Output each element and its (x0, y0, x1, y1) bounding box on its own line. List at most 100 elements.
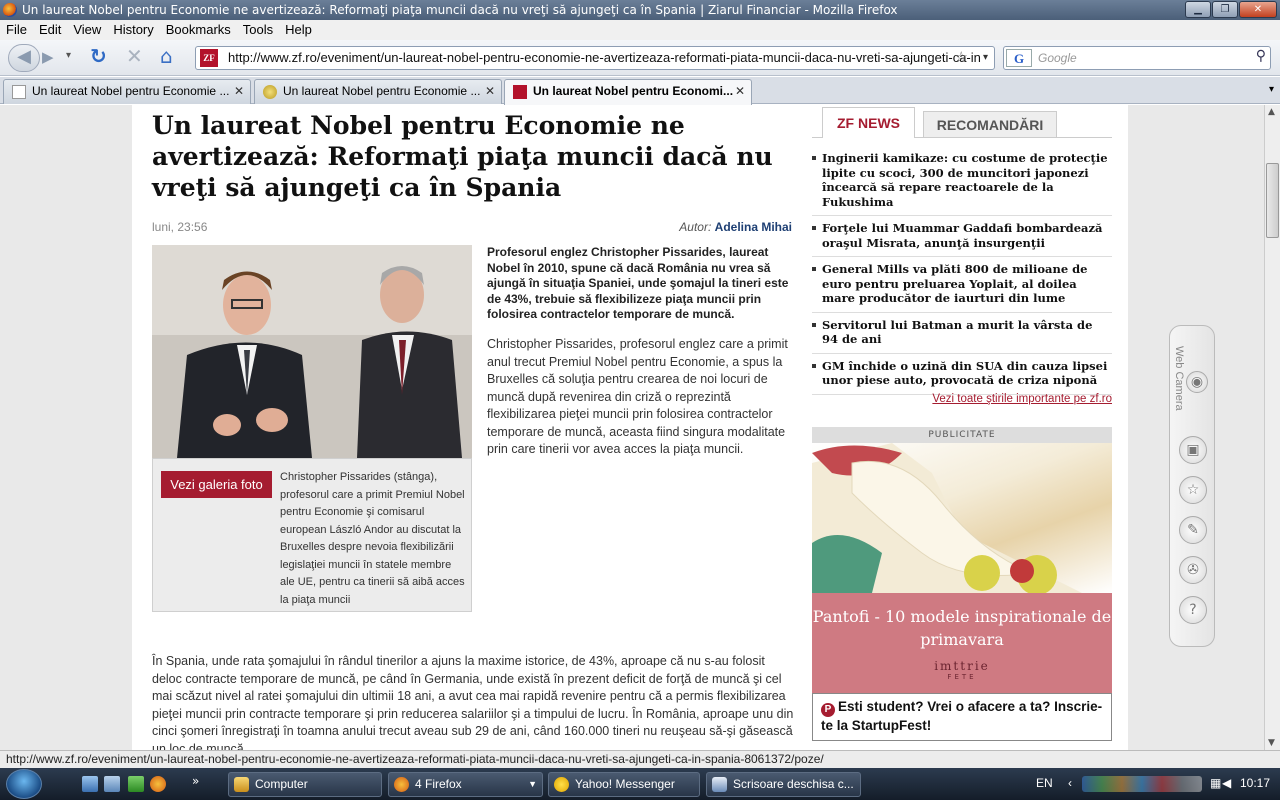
home-icon[interactable]: ⌂ (160, 44, 173, 68)
gallery-caption-box: Vezi galeria foto Christopher Pissarides… (152, 458, 472, 612)
page-icon (12, 85, 26, 99)
taskbar-label: Scrisoare deschisa c... (733, 777, 854, 791)
article-headline: Un laureat Nobel pentru Economie ne aver… (152, 111, 773, 202)
bookmark-star-icon[interactable]: ☆ (955, 47, 968, 69)
taskbar-label: 4 Firefox (415, 777, 462, 791)
reload-icon[interactable]: ↻ (90, 44, 107, 68)
tab-close-icon[interactable]: ✕ (234, 80, 244, 103)
see-all-news-link[interactable]: Vezi toate ştirile importante pe zf.ro (932, 393, 1112, 405)
language-indicator[interactable]: EN (1036, 776, 1053, 790)
scrollbar-thumb[interactable] (1266, 163, 1279, 238)
camera-icon[interactable]: ◉ (1186, 371, 1208, 393)
url-dropdown-icon[interactable]: ▾ (983, 47, 988, 69)
explorer-icon[interactable] (104, 776, 120, 792)
firefox-icon (394, 777, 409, 792)
menu-tools[interactable]: Tools (237, 20, 279, 39)
edit-icon[interactable]: ✎ (1179, 516, 1207, 544)
shoe-illustration (812, 443, 1082, 593)
tray-icons[interactable] (1082, 776, 1202, 792)
search-icon[interactable]: ⚲ (1256, 48, 1266, 64)
taskbar-document[interactable]: Scrisoare deschisa c... (706, 772, 861, 797)
window-title-bar[interactable]: Un laureat Nobel pentru Economie ne aver… (0, 0, 1280, 20)
tab-2[interactable]: Un laureat Nobel pentru Economie ... ✕ (254, 79, 502, 104)
back-button[interactable]: ◀ (8, 44, 40, 72)
close-window-button[interactable]: ✕ (1239, 1, 1277, 18)
tab-1[interactable]: Un laureat Nobel pentru Economie ... ✕ (3, 79, 251, 104)
article-photo-illustration (152, 245, 472, 458)
window-title: Un laureat Nobel pentru Economie ne aver… (22, 3, 898, 17)
article-paragraph: Christopher Pissarides, profesorul engle… (487, 337, 788, 456)
article-date: luni, 23:56 (152, 220, 208, 234)
vertical-scrollbar[interactable]: ▲ ▼ (1264, 105, 1280, 750)
address-bar[interactable]: ZF http://www.zf.ro/eveniment/un-laureat… (195, 46, 995, 70)
tab-label: Un laureat Nobel pentru Economie ... (283, 84, 481, 98)
ad-banner[interactable]: Pantofi - 10 modele inspirationale de pr… (812, 593, 1112, 693)
gallery-button[interactable]: Vezi galeria foto (161, 471, 272, 498)
taskbar-yahoo-messenger[interactable]: Yahoo! Messenger (548, 772, 700, 797)
menu-history[interactable]: History (107, 20, 159, 39)
history-dropdown-icon[interactable]: ▾ (66, 50, 71, 61)
article-lead: Profesorul englez Christopher Pissarides… (487, 245, 789, 321)
sidebar: ZF NEWS RECOMANDĂRI Inginerii kamikaze: … (812, 105, 1112, 750)
tab-bar: Un laureat Nobel pentru Economie ... ✕ U… (0, 77, 1280, 105)
menu-edit[interactable]: Edit (33, 20, 67, 39)
menu-help[interactable]: Help (279, 20, 318, 39)
tab-close-icon[interactable]: ✕ (485, 80, 495, 103)
tab-label: Un laureat Nobel pentru Economi... (533, 84, 734, 98)
clock[interactable]: 10:17 (1240, 776, 1270, 790)
quicklaunch-overflow-icon[interactable]: » (192, 774, 199, 788)
page-content: Un laureat Nobel pentru Economie ne aver… (132, 105, 1128, 750)
news-item[interactable]: Servitorul lui Batman a murit la vârsta … (812, 318, 1112, 354)
tab-3-active[interactable]: Un laureat Nobel pentru Economi... ✕ (504, 79, 752, 105)
document-icon (712, 777, 727, 792)
help-icon[interactable]: ? (1179, 596, 1207, 624)
star-icon[interactable]: ☆ (1179, 476, 1207, 504)
maximize-button[interactable]: ❐ (1212, 1, 1238, 18)
menu-bar: File Edit View History Bookmarks Tools Help (0, 20, 1280, 40)
start-button[interactable] (6, 769, 42, 799)
web-camera-label: Web Camera (1173, 346, 1185, 411)
news-item[interactable]: Inginerii kamikaze: cu costume de protec… (812, 151, 1112, 216)
news-item[interactable]: Forţele lui Muammar Gaddafi bombardează … (812, 221, 1112, 257)
menu-file[interactable]: File (0, 20, 33, 39)
news-list: Inginerii kamikaze: cu costume de protec… (812, 151, 1112, 400)
search-engine-icon[interactable]: G (1006, 49, 1032, 67)
quicklaunch-app-icon[interactable] (128, 776, 144, 792)
ad-image[interactable] (812, 443, 1112, 593)
news-item[interactable]: General Mills va plăti 800 de milioane d… (812, 262, 1112, 313)
menu-bookmarks[interactable]: Bookmarks (160, 20, 237, 39)
network-icon[interactable]: ▦ (1210, 776, 1221, 790)
system-tray: EN ‹ ▦ ◀ 10:17 (1028, 768, 1280, 800)
volume-icon[interactable]: ◀ (1222, 776, 1231, 790)
author-name-link[interactable]: Adelina Mihai (715, 220, 792, 234)
minimize-button[interactable]: ▁ (1185, 1, 1211, 18)
yahoo-smiley-icon (554, 777, 569, 792)
firefox-quicklaunch-icon[interactable] (150, 776, 166, 792)
web-camera-widget[interactable]: Web Camera ◉ ▣ ☆ ✎ ✇ ? (1169, 325, 1215, 647)
menu-view[interactable]: View (67, 20, 107, 39)
tab-close-icon[interactable]: ✕ (735, 80, 745, 103)
startupfest-ad[interactable]: P Esti student? Vrei o afacere a ta? Insc… (812, 693, 1112, 741)
publicity-label: PUBLICITATE (812, 427, 1112, 443)
scroll-down-icon[interactable]: ▼ (1268, 738, 1275, 748)
tray-expand-icon[interactable]: ‹ (1068, 776, 1072, 790)
taskbar-firefox-group[interactable]: 4 Firefox ▼ (388, 772, 543, 797)
wrench-icon[interactable]: ✇ (1179, 556, 1207, 584)
stop-icon[interactable]: ✕ (126, 44, 143, 68)
scroll-up-icon[interactable]: ▲ (1268, 107, 1275, 117)
taskbar-label: Yahoo! Messenger (575, 777, 675, 791)
article-photo[interactable] (152, 245, 472, 458)
forward-button[interactable]: ▶ (42, 48, 54, 66)
startup-icon: P (821, 703, 835, 717)
article-paragraph: În Spania, unde rata şomajului în rândul… (152, 654, 794, 750)
search-box[interactable]: G Google ⚲ (1003, 46, 1271, 70)
navigation-toolbar: ◀ ▶ ▾ ↻ ✕ ⌂ ZF http://www.zf.ro/evenimen… (0, 40, 1280, 76)
photo-icon[interactable]: ▣ (1179, 436, 1207, 464)
startup-text: Esti student? Vrei o afacere a ta? Inscr… (821, 699, 1103, 733)
tab-recommendations[interactable]: RECOMANDĂRI (923, 111, 1057, 138)
news-item[interactable]: GM închide o uzină din SUA din cauza lip… (812, 359, 1112, 395)
show-desktop-icon[interactable] (82, 776, 98, 792)
tab-list-icon[interactable]: ▾ (1269, 84, 1274, 95)
tab-zf-news[interactable]: ZF NEWS (822, 107, 915, 138)
taskbar-computer[interactable]: Computer (228, 772, 382, 797)
